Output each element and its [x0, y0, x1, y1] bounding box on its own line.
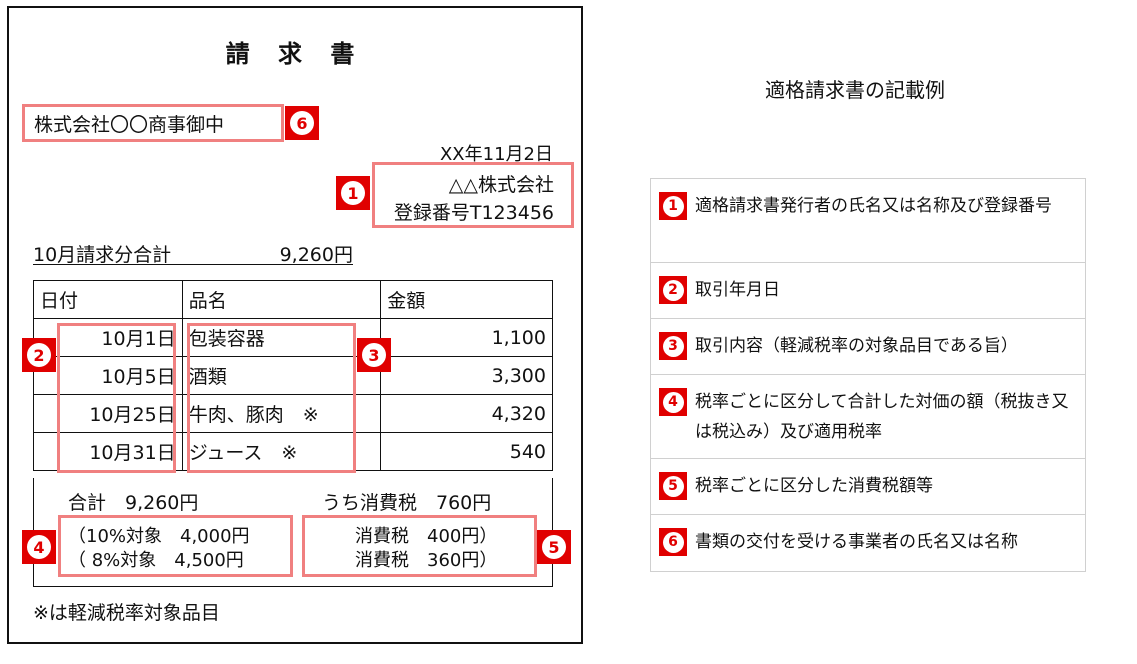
badge-2: 2: [22, 338, 56, 372]
list-item: 3 取引内容（軽減税率の対象品目である旨）: [651, 319, 1085, 375]
legend-badge-3: 3: [659, 332, 687, 360]
recipient-name: 株式会社〇〇商事御中: [34, 114, 225, 136]
legend-text: 税率ごとに区分して合計した対価の額（税抜き又は税込み）及び適用税率: [695, 392, 1069, 442]
legend-text: 税率ごとに区分した消費税額等: [695, 476, 933, 496]
issuer-name: △△株式会社: [448, 174, 554, 196]
invoice-title: 請 求 書: [225, 40, 365, 68]
summary-label: 10月請求分合計: [33, 244, 172, 266]
legend-text: 書類の交付を受ける事業者の氏名又は名称: [695, 532, 1018, 552]
legend-badge-6: 6: [659, 528, 687, 556]
legend-list: 1 適格請求書発行者の氏名又は名称及び登録番号 2 取引年月日 3 取引内容（軽…: [650, 178, 1086, 572]
header-item: 品名: [181, 280, 382, 319]
tax8-line: 消費税 360円）: [355, 550, 498, 571]
row-amount: 1,100: [380, 318, 553, 357]
rate8-line: （ 8%対象 4,500円: [68, 550, 244, 571]
total-label: 合計 9,260円: [68, 492, 199, 514]
reduced-rate-note: ※は軽減税率対象品目: [33, 602, 220, 624]
header-amount: 金額: [380, 280, 553, 319]
row-amount: 4,320: [380, 394, 553, 433]
legend-text: 適格請求書発行者の氏名又は名称及び登録番号: [695, 196, 1052, 216]
list-item: 2 取引年月日: [651, 263, 1085, 319]
list-item: 1 適格請求書発行者の氏名又は名称及び登録番号: [651, 179, 1085, 263]
rate10-line: （10%対象 4,000円: [68, 526, 250, 547]
legend-title: 適格請求書の記載例: [765, 78, 945, 102]
list-item: 4 税率ごとに区分して合計した対価の額（税抜き又は税込み）及び適用税率: [651, 375, 1085, 459]
row-amount: 540: [380, 432, 553, 471]
badge-3: 3: [357, 338, 391, 372]
badge-5: 5: [537, 530, 571, 564]
legend-badge-2: 2: [659, 276, 687, 304]
legend-text: 取引内容（軽減税率の対象品目である旨）: [695, 336, 1018, 356]
registration-number: 登録番号T123456: [393, 202, 554, 224]
legend-badge-1: 1: [659, 192, 687, 220]
badge-4: 4: [22, 530, 56, 564]
table-header-row: 日付 品名 金額: [33, 280, 553, 319]
list-item: 6 書類の交付を受ける事業者の氏名又は名称: [651, 515, 1085, 571]
summary-line: 10月請求分合計 9,260円: [33, 240, 353, 266]
summary-amount: 9,260円: [279, 244, 353, 266]
row-amount: 3,300: [380, 356, 553, 395]
header-date: 日付: [33, 280, 183, 319]
legend-badge-4: 4: [659, 388, 687, 416]
date-column-highlight: [57, 323, 176, 473]
tax-total: うち消費税 760円: [322, 492, 492, 514]
badge-6: 6: [285, 106, 319, 140]
list-item: 5 税率ごとに区分した消費税額等: [651, 459, 1085, 515]
legend-badge-5: 5: [659, 472, 687, 500]
item-column-highlight: [187, 323, 356, 473]
legend-text: 取引年月日: [695, 280, 780, 300]
tax10-line: 消費税 400円）: [355, 526, 498, 547]
badge-1: 1: [336, 176, 370, 210]
